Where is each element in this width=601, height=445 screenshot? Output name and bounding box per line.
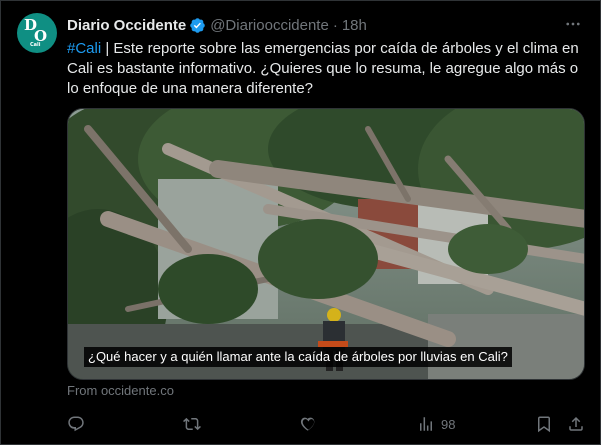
verified-badge-icon [189,17,206,34]
author-name[interactable]: Diario Occidente [67,17,186,34]
action-bar: 98 [67,415,587,435]
hashtag-link[interactable]: #Cali [67,40,101,57]
bookmark-button[interactable] [535,415,553,433]
views-button[interactable]: 98 [417,415,455,433]
repost-icon [183,417,201,431]
post-card[interactable]: D O Cali Diario Occidente @Diarioocciden… [0,0,601,445]
avatar-logo: D O Cali [22,16,52,48]
post-header: Diario Occidente @Diariooccidente · 18h [67,15,367,35]
like-button[interactable] [299,415,317,433]
share-button[interactable] [567,415,585,433]
avatar[interactable]: D O Cali [17,13,57,53]
reply-icon [68,416,84,432]
bookmark-icon [538,416,550,433]
post-time[interactable]: 18h [342,17,367,34]
link-source[interactable]: From occidente.co [67,383,174,398]
post-text: #Cali | Este reporte sobre las emergenci… [67,39,587,99]
author-handle[interactable]: @Diariooccidente [210,17,329,34]
fallen-trees-photo [68,109,584,379]
link-card-title[interactable]: ¿Qué hacer y a quién llamar ante la caíd… [84,347,512,367]
repost-button[interactable] [183,415,201,433]
post-text-body: | Este reporte sobre las emergencias por… [67,40,579,97]
share-icon [569,416,583,431]
header-separator: · [332,16,338,34]
link-card-image[interactable]: ¿Qué hacer y a quién llamar ante la caíd… [67,108,585,380]
more-options-icon[interactable] [564,15,582,33]
views-count: 98 [441,416,456,432]
views-icon [420,417,432,431]
avatar-city: Cali [30,42,41,48]
like-icon [300,417,315,431]
reply-button[interactable] [67,415,85,433]
